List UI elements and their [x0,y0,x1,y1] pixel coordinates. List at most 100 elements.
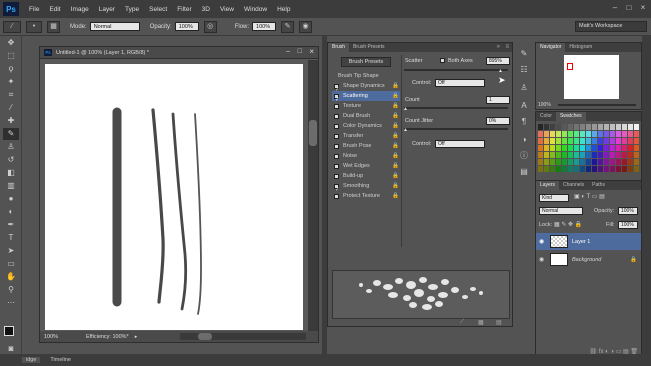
tab-bridge[interactable]: idge [22,357,41,363]
option-dual-brush[interactable]: Dual Brush 🔒 [332,111,400,121]
swatch-cell[interactable] [604,166,609,172]
swatch-cell[interactable] [604,145,609,151]
swatch-cell[interactable] [610,138,615,144]
swatch-cell[interactable] [568,166,573,172]
history-brush-tool-icon[interactable]: ↺ [3,154,19,166]
menu-help[interactable]: Help [272,6,295,13]
both-axes-checkbox[interactable] [440,58,445,63]
swatch-cell[interactable] [592,152,597,158]
brush-presets-panel-icon[interactable]: ☷ [518,64,530,76]
vertical-scroll-thumb[interactable] [309,120,317,146]
swatch-cell[interactable] [610,152,615,158]
swatch-cell[interactable] [580,159,585,165]
swatch-cell[interactable] [634,145,639,151]
workspace-switcher[interactable]: Matt's Workspace [575,21,647,32]
swatch-cell[interactable] [556,131,561,137]
swatch-cell[interactable] [574,145,579,151]
tab-brush[interactable]: Brush [328,43,350,52]
swatch-cell[interactable] [562,131,567,137]
swatch-cell[interactable] [556,124,561,130]
swatch-cell[interactable] [598,152,603,158]
swatch-cell[interactable] [592,145,597,151]
swatch-cell[interactable] [622,138,627,144]
doc-close-icon[interactable]: × [309,47,314,56]
menu-view[interactable]: View [215,6,239,13]
swatch-cell[interactable] [544,152,549,158]
swatch-cell[interactable] [550,159,555,165]
airbrush-icon[interactable]: ✎ [281,20,295,33]
swatch-cell[interactable] [538,145,543,151]
swatch-cell[interactable] [568,131,573,137]
swatch-cell[interactable] [622,145,627,151]
swatch-cell[interactable] [628,152,633,158]
swatch-cell[interactable] [616,166,621,172]
doc-maximize-icon[interactable]: □ [298,48,302,55]
swatch-cell[interactable] [580,145,585,151]
checkbox[interactable] [334,143,339,149]
count-slider[interactable] [404,107,508,109]
opacity-input[interactable]: 100% [174,22,199,31]
crop-tool-icon[interactable]: ⌗ [3,89,19,101]
swatch-cell[interactable] [574,152,579,158]
checkbox-checked[interactable]: ✓ [334,83,340,93]
swatch-grid[interactable] [538,124,640,174]
eraser-tool-icon[interactable]: ◧ [3,167,19,179]
quick-select-tool-icon[interactable]: ✦ [3,76,19,88]
swatch-cell[interactable] [628,159,633,165]
swatch-cell[interactable] [568,124,573,130]
swatch-cell[interactable] [586,152,591,158]
swatch-cell[interactable] [598,145,603,151]
tab-swatches[interactable]: Swatches [555,112,586,121]
swatch-cell[interactable] [610,145,615,151]
swatch-cell[interactable] [634,152,639,158]
swatch-cell[interactable] [544,124,549,130]
swatch-cell[interactable] [544,159,549,165]
layer-row-background[interactable]: ◉ Background 🔒 [536,251,641,268]
close-icon[interactable]: × [638,3,648,13]
swatch-cell[interactable] [550,152,555,158]
navigator-zoom[interactable]: 100% [538,102,551,108]
swatch-cell[interactable] [562,124,567,130]
layer-name[interactable]: Layer 1 [572,239,590,245]
tab-paths[interactable]: Paths [588,181,609,190]
healing-tool-icon[interactable]: ✚ [3,115,19,127]
swatch-cell[interactable] [538,166,543,172]
shape-tool-icon[interactable]: ▭ [3,258,19,270]
swatch-cell[interactable] [574,138,579,144]
swatch-cell[interactable] [556,152,561,158]
lock-icon[interactable]: 🔒 [392,81,399,91]
swatch-cell[interactable] [610,131,615,137]
swatch-cell[interactable] [634,138,639,144]
info-panel-icon[interactable]: ⓘ [518,150,530,162]
option-build-up[interactable]: Build-up 🔒 [332,171,400,181]
adjustments-panel-icon[interactable]: ◑ [518,134,530,146]
swatch-cell[interactable] [610,159,615,165]
hand-tool-icon[interactable]: ✋ [3,271,19,283]
layer-filter-kind-select[interactable]: Kind [539,194,569,202]
swatch-cell[interactable] [544,131,549,137]
new-preset-icon[interactable]: ▤ [496,319,502,326]
canvas[interactable] [45,64,303,330]
doc-zoom-level[interactable]: 100% [44,334,66,340]
swatch-cell[interactable] [544,145,549,151]
menu-layer[interactable]: Layer [94,6,120,13]
swatch-cell[interactable] [556,145,561,151]
swatch-cell[interactable] [580,124,585,130]
menu-image[interactable]: Image [66,6,94,13]
option-wet-edges[interactable]: Wet Edges 🔒 [332,161,400,171]
swatch-cell[interactable] [616,124,621,130]
brush-tool-preset-icon[interactable]: ⁄ [3,20,21,33]
count-input[interactable]: 1 [486,96,510,104]
minimize-icon[interactable]: – [610,3,620,13]
marquee-tool-icon[interactable]: ⬚ [3,50,19,62]
path-select-tool-icon[interactable]: ➤ [3,245,19,257]
swatch-cell[interactable] [538,124,543,130]
swatch-cell[interactable] [556,138,561,144]
checkbox[interactable] [334,193,339,199]
tab-channels[interactable]: Channels [559,181,588,190]
option-scattering[interactable]: ✓ Scattering 🔒 [332,91,400,103]
horizontal-scroll-thumb[interactable] [198,333,212,340]
swatch-cell[interactable] [586,131,591,137]
swatch-cell[interactable] [550,138,555,144]
swatch-cell[interactable] [622,131,627,137]
